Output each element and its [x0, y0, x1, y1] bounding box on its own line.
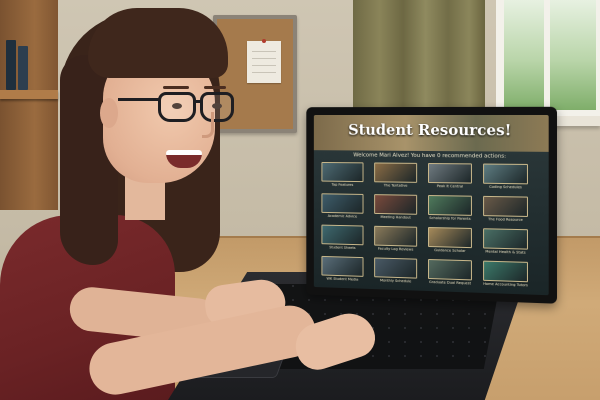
- resource-tile-thumbnail: [483, 228, 528, 249]
- resource-tile-label: Scholarship for Parents: [428, 216, 472, 221]
- resource-tile[interactable]: Academic Advice: [321, 193, 363, 221]
- resource-tile-thumbnail: [321, 256, 363, 277]
- book: [18, 46, 28, 90]
- resource-tile-thumbnail: [321, 162, 363, 182]
- nose: [202, 112, 214, 138]
- welcome-message: Welcome Mari Alvez! You have 0 recommend…: [314, 152, 549, 160]
- book: [6, 40, 16, 90]
- hair-fringe: [88, 8, 228, 78]
- banner-title: Student Resources!: [314, 121, 549, 140]
- laptop-screen: Student Resources! Welcome Mari Alvez! Y…: [314, 115, 549, 295]
- resource-tile[interactable]: Faculty Log Reviews: [374, 226, 417, 255]
- resource-tile-label: Peak It Central: [428, 184, 472, 189]
- resource-tile[interactable]: Meeting Handout: [374, 194, 417, 223]
- pin: [262, 39, 266, 43]
- eyebrow: [204, 86, 226, 89]
- resource-tile-label: Faculty Log Reviews: [374, 247, 417, 252]
- resource-tile-thumbnail: [428, 259, 472, 280]
- resource-tile[interactable]: Scholarship for Parents: [428, 195, 472, 224]
- resource-tile-label: Tap Features: [321, 183, 363, 188]
- resource-tile-label: The Food Resource: [483, 217, 528, 222]
- resource-tile[interactable]: WK Student Media: [321, 256, 363, 285]
- resource-tile[interactable]: Peak It Central: [428, 163, 472, 192]
- resource-tile-label: Graduate Dual Request: [428, 280, 472, 285]
- screen-banner: Student Resources!: [314, 115, 549, 152]
- resource-tile-label: The Tentative: [374, 183, 417, 188]
- resource-tile[interactable]: The Food Resource: [483, 196, 528, 225]
- eyebrow: [163, 86, 189, 89]
- ear: [100, 98, 118, 128]
- resource-tile-thumbnail: [321, 225, 363, 246]
- resource-tile-thumbnail: [428, 163, 472, 184]
- resource-tile[interactable]: Home Accounting Tutors: [483, 261, 528, 291]
- resource-tile-label: Student Sheets: [321, 245, 363, 250]
- resource-tile-thumbnail: [483, 261, 528, 283]
- resource-tile[interactable]: Mental Health & Stats: [483, 228, 528, 258]
- resource-tile[interactable]: Student Sheets: [321, 225, 363, 254]
- resource-tile[interactable]: The Tentative: [374, 162, 417, 190]
- glasses-lens: [158, 92, 196, 122]
- shelf-board: [0, 90, 58, 99]
- window: [496, 0, 600, 118]
- resource-tile-label: Monthly Schedule: [374, 278, 417, 283]
- pinned-note: [247, 41, 281, 83]
- resource-tile-thumbnail: [483, 196, 528, 217]
- photo-scene: Student Resources! Welcome Mari Alvez! Y…: [0, 0, 600, 400]
- resource-tile[interactable]: Graduate Dual Request: [428, 259, 472, 289]
- bookshelf: [0, 0, 58, 210]
- resource-tile-thumbnail: [483, 164, 528, 185]
- resource-tile-thumbnail: [374, 257, 417, 278]
- resource-tile-thumbnail: [428, 195, 472, 216]
- resource-tile-label: Meeting Handout: [374, 215, 417, 220]
- resource-tile[interactable]: Guidance Scholar: [428, 227, 472, 256]
- resource-tile-label: Academic Advice: [321, 214, 363, 219]
- resource-tile-thumbnail: [321, 193, 363, 213]
- resource-tile[interactable]: Monthly Schedule: [374, 257, 417, 286]
- resource-tile-label: Coding Schedules: [483, 185, 528, 190]
- resource-tile-grid: Tap Features The Tentative Peak It Central…: [321, 162, 541, 295]
- resource-tile-label: Guidance Scholar: [428, 248, 472, 253]
- resource-tile[interactable]: Coding Schedules: [483, 164, 528, 193]
- laptop-screen-bezel: Student Resources! Welcome Mari Alvez! Y…: [306, 107, 557, 304]
- resource-tile-thumbnail: [374, 194, 417, 215]
- resource-tile-thumbnail: [374, 162, 417, 182]
- resource-tile-label: Mental Health & Stats: [483, 249, 528, 254]
- resource-tile-thumbnail: [374, 226, 417, 247]
- resource-tile-label: WK Student Media: [321, 276, 363, 281]
- resource-tile-thumbnail: [428, 227, 472, 248]
- glasses-arm: [118, 98, 160, 101]
- resource-tile[interactable]: Tap Features: [321, 162, 363, 190]
- resource-tile-label: Home Accounting Tutors: [483, 282, 528, 288]
